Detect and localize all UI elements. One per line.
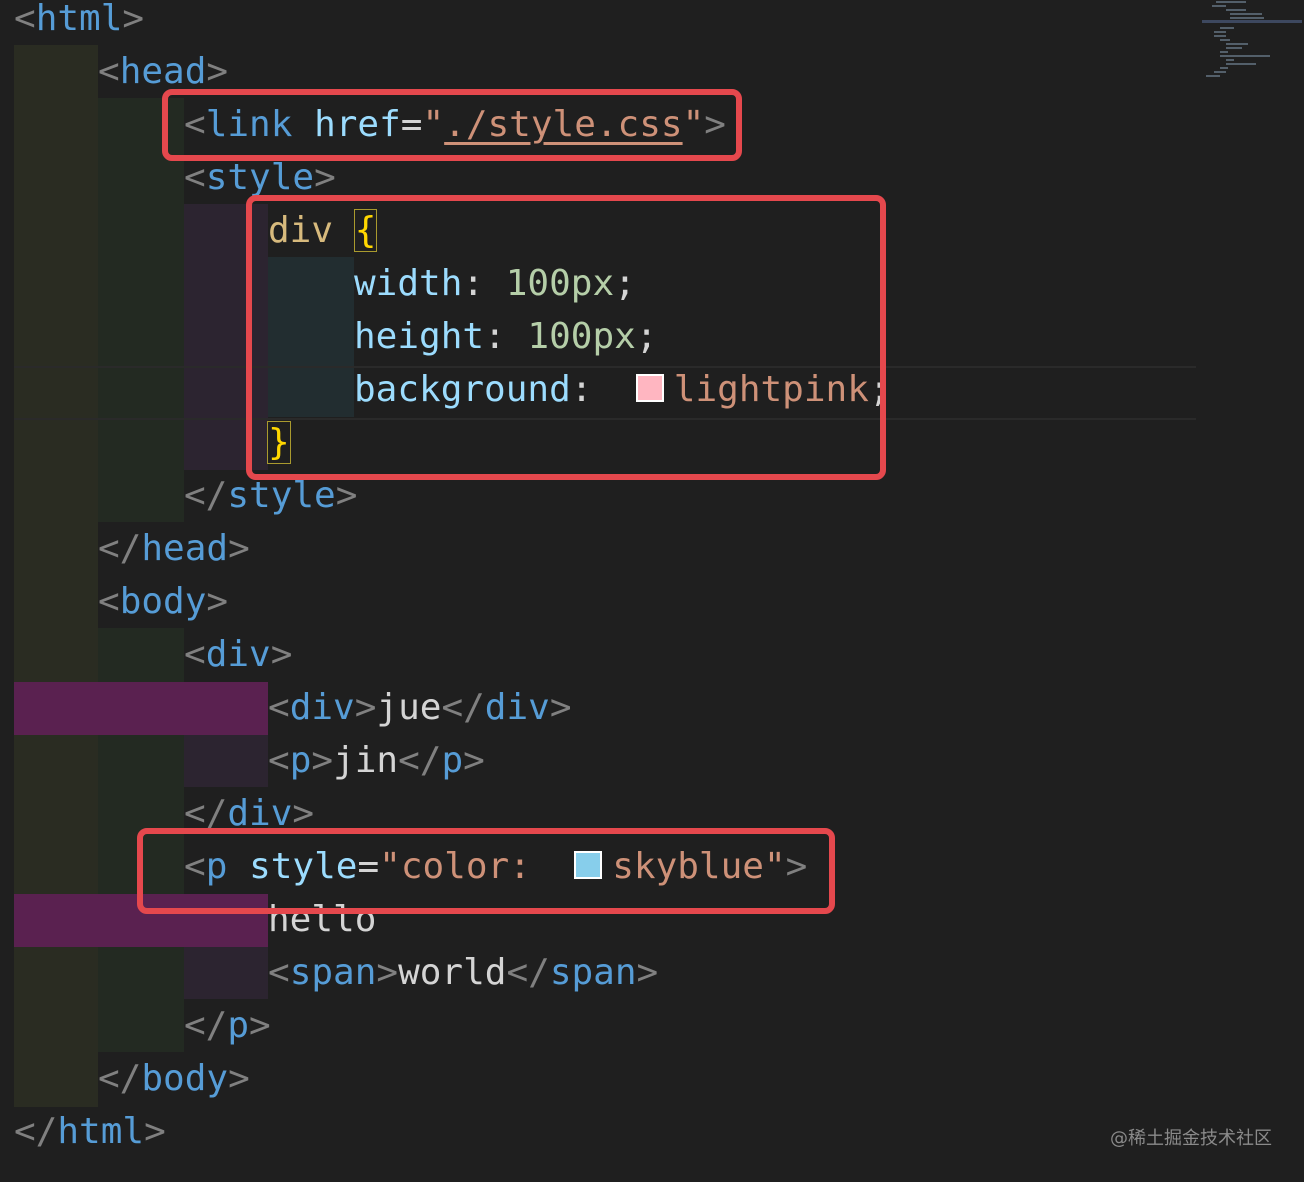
punctuation: </ xyxy=(441,687,485,728)
punctuation: > xyxy=(228,1058,250,1099)
indent-guide xyxy=(14,45,98,1107)
highlight-box-inline-style xyxy=(137,828,835,914)
tag-name: html xyxy=(57,1111,145,1152)
code-line[interactable]: </body> xyxy=(98,1052,250,1105)
punctuation: </ xyxy=(398,740,442,781)
punctuation: </ xyxy=(184,1005,228,1046)
punctuation: > xyxy=(122,0,145,39)
punctuation: < xyxy=(268,952,290,993)
minimap-line xyxy=(1214,71,1226,73)
tag-name: div xyxy=(205,634,271,675)
code-line[interactable]: </head> xyxy=(98,522,250,575)
tag-name: style xyxy=(227,475,336,516)
minimap-line xyxy=(1226,59,1234,61)
minimap-line xyxy=(1226,63,1256,65)
watermark: @稀土掘金技术社区 xyxy=(1110,1128,1272,1149)
punctuation: > xyxy=(463,740,485,781)
code-line[interactable]: <div>jue</div> xyxy=(268,681,572,734)
minimap-line xyxy=(1226,47,1242,49)
punctuation: < xyxy=(98,51,120,92)
minimap-line xyxy=(1226,9,1246,11)
punctuation: > xyxy=(311,740,334,781)
minimap[interactable] xyxy=(1202,0,1302,80)
punctuation: > xyxy=(206,51,229,92)
minimap-line xyxy=(1230,17,1264,19)
text-content: jin xyxy=(333,740,399,781)
code-line[interactable]: <div> xyxy=(184,628,292,681)
minimap-line xyxy=(1214,31,1226,33)
tag-name: body xyxy=(119,581,207,622)
tag-name: body xyxy=(141,1058,229,1099)
tag-name: head xyxy=(141,528,229,569)
indent-guide xyxy=(98,98,184,522)
punctuation: > xyxy=(206,581,229,622)
minimap-line xyxy=(1202,20,1302,23)
punctuation: > xyxy=(376,952,399,993)
minimap-line xyxy=(1220,55,1270,57)
highlight-box-style-rule xyxy=(246,195,886,480)
punctuation: < xyxy=(14,0,36,39)
tag-name: html xyxy=(35,0,123,39)
punctuation: </ xyxy=(98,528,142,569)
punctuation: > xyxy=(335,475,358,516)
code-line[interactable]: <p>jin</p> xyxy=(268,734,485,787)
punctuation: < xyxy=(98,581,120,622)
punctuation: > xyxy=(228,528,250,569)
punctuation: </ xyxy=(506,952,550,993)
text-content: world xyxy=(398,952,507,993)
code-line[interactable]: <span>world</span> xyxy=(268,946,658,999)
minimap-line xyxy=(1214,35,1226,37)
minimap-line xyxy=(1206,75,1220,77)
code-editor[interactable]: <html> <head> <link href="./style.css"> … xyxy=(0,0,1304,1182)
minimap-line xyxy=(1220,67,1228,69)
punctuation: < xyxy=(184,634,206,675)
tag-name: style xyxy=(205,157,315,198)
code-line[interactable]: <html> xyxy=(14,0,144,45)
punctuation: > xyxy=(249,1005,271,1046)
tag-name: p xyxy=(289,740,312,781)
punctuation: < xyxy=(268,687,290,728)
punctuation: > xyxy=(144,1111,166,1152)
text-content: jue xyxy=(376,687,442,728)
minimap-line xyxy=(1216,1,1246,3)
punctuation: > xyxy=(270,634,293,675)
tag-name: div xyxy=(289,687,355,728)
indent-guide xyxy=(184,734,268,787)
minimap-line xyxy=(1212,5,1226,7)
punctuation: < xyxy=(184,157,206,198)
punctuation: </ xyxy=(14,1111,58,1152)
punctuation: < xyxy=(268,740,290,781)
punctuation: </ xyxy=(98,1058,142,1099)
tag-name: head xyxy=(119,51,207,92)
minimap-line xyxy=(1230,13,1262,15)
code-line[interactable]: <body> xyxy=(98,575,228,628)
punctuation: > xyxy=(314,157,336,198)
code-line[interactable]: </html> xyxy=(14,1105,166,1158)
highlight-box-link xyxy=(162,89,742,161)
minimap-line xyxy=(1220,51,1228,53)
tag-name: p xyxy=(441,740,464,781)
tag-name: span xyxy=(549,952,637,993)
punctuation: > xyxy=(549,687,572,728)
tag-name: div xyxy=(484,687,550,728)
minimap-line xyxy=(1220,39,1230,41)
tag-name: p xyxy=(227,1005,250,1046)
minimap-line xyxy=(1226,43,1248,45)
tag-name: span xyxy=(289,952,377,993)
minimap-line xyxy=(1220,27,1234,29)
punctuation: > xyxy=(354,687,377,728)
indent-error-band xyxy=(14,682,268,735)
indent-guide xyxy=(184,946,268,999)
punctuation: > xyxy=(636,952,659,993)
punctuation: </ xyxy=(184,475,228,516)
code-line[interactable]: </p> xyxy=(184,999,271,1052)
